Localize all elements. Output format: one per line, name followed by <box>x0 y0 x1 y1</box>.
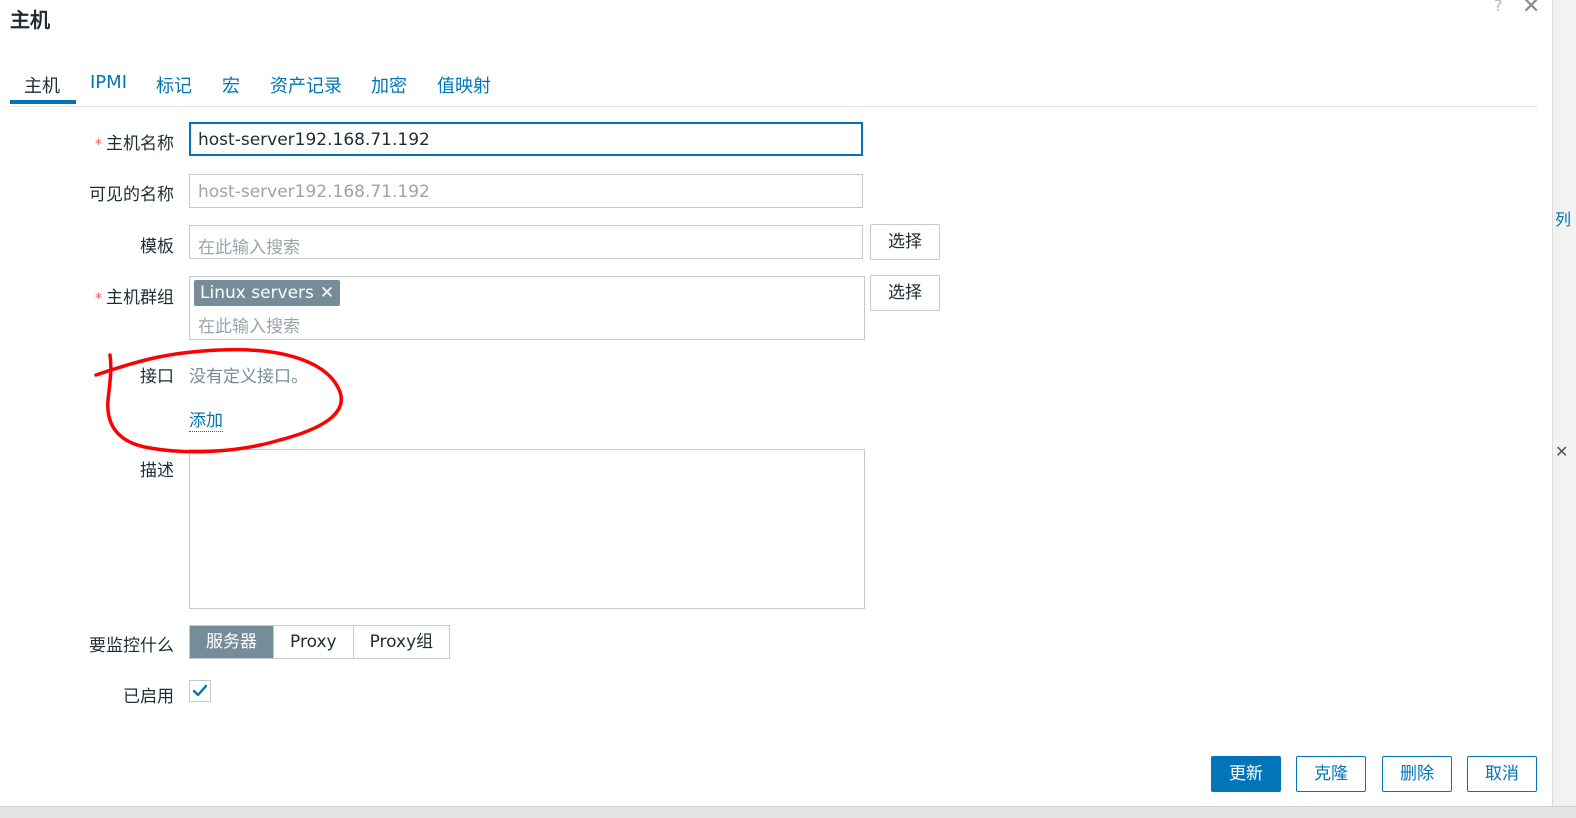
host-name-label: * 主机名称 <box>95 134 174 154</box>
description-textarea[interactable] <box>189 449 865 609</box>
visible-name-label: 可见的名称 <box>89 185 174 205</box>
templates-select-button[interactable]: 选择 <box>870 224 940 260</box>
tab-inventory[interactable]: 资产记录 <box>270 72 342 98</box>
host-dialog: 主机 ? ✕ 主机 IPMI 标记 宏 资产记录 加密 值映射 * 主机名称 ho… <box>0 0 1552 806</box>
close-icon[interactable]: ✕ <box>1522 0 1540 19</box>
checkmark-icon <box>192 684 208 697</box>
monitored-by-toggle: 服务器 Proxy Proxy组 <box>189 625 451 659</box>
enabled-checkbox[interactable] <box>189 680 211 702</box>
templates-label: 模板 <box>140 237 174 257</box>
host-groups-multiselect[interactable]: Linux servers ✕ 在此输入搜索 <box>189 276 865 340</box>
required-mark: * <box>95 137 102 153</box>
tab-host[interactable]: 主机 <box>24 72 60 98</box>
required-mark: * <box>95 291 102 307</box>
dialog-title: 主机 <box>10 8 50 32</box>
tab-encryption[interactable]: 加密 <box>371 72 407 98</box>
interfaces-label: 接口 <box>140 367 174 387</box>
monitored-by-server[interactable]: 服务器 <box>190 626 273 658</box>
cancel-button[interactable]: 取消 <box>1467 756 1537 792</box>
monitored-by-proxy[interactable]: Proxy <box>273 626 353 658</box>
host-groups-search-placeholder[interactable]: 在此输入搜索 <box>198 312 300 337</box>
update-button[interactable]: 更新 <box>1211 756 1281 792</box>
no-interfaces-text: 没有定义接口。 <box>189 367 308 387</box>
active-tab-indicator <box>10 100 76 104</box>
host-groups-select-button[interactable]: 选择 <box>870 275 940 311</box>
tab-macros[interactable]: 宏 <box>222 72 240 98</box>
add-interface-link[interactable]: 添加 <box>189 406 223 432</box>
tab-ipmi[interactable]: IPMI <box>90 72 127 93</box>
tab-bar: 主机 IPMI 标记 宏 资产记录 加密 值映射 <box>10 62 1538 107</box>
delete-button[interactable]: 删除 <box>1382 756 1452 792</box>
background-page-strip-bottom <box>0 806 1576 818</box>
help-icon[interactable]: ? <box>1494 0 1503 15</box>
enabled-label: 已启用 <box>123 687 174 707</box>
host-groups-label: * 主机群组 <box>95 288 174 308</box>
clone-button[interactable]: 克隆 <box>1296 756 1366 792</box>
background-fragment: 列 <box>1555 210 1572 229</box>
monitored-by-proxy-group[interactable]: Proxy组 <box>352 626 450 658</box>
tab-value-mapping[interactable]: 值映射 <box>437 72 491 98</box>
background-close-icon: ✕ <box>1555 442 1569 461</box>
host-group-chip: Linux servers ✕ <box>194 280 341 306</box>
remove-chip-icon[interactable]: ✕ <box>320 283 334 303</box>
tab-tags[interactable]: 标记 <box>156 72 192 98</box>
monitored-by-label: 要监控什么 <box>89 636 174 656</box>
background-page-strip: 列 ✕ <box>1552 0 1576 817</box>
templates-input[interactable]: 在此输入搜索 <box>189 225 863 259</box>
visible-name-input[interactable]: host-server192.168.71.192 <box>189 174 863 208</box>
host-name-input[interactable]: host-server192.168.71.192 <box>189 122 863 156</box>
description-label: 描述 <box>140 461 174 481</box>
